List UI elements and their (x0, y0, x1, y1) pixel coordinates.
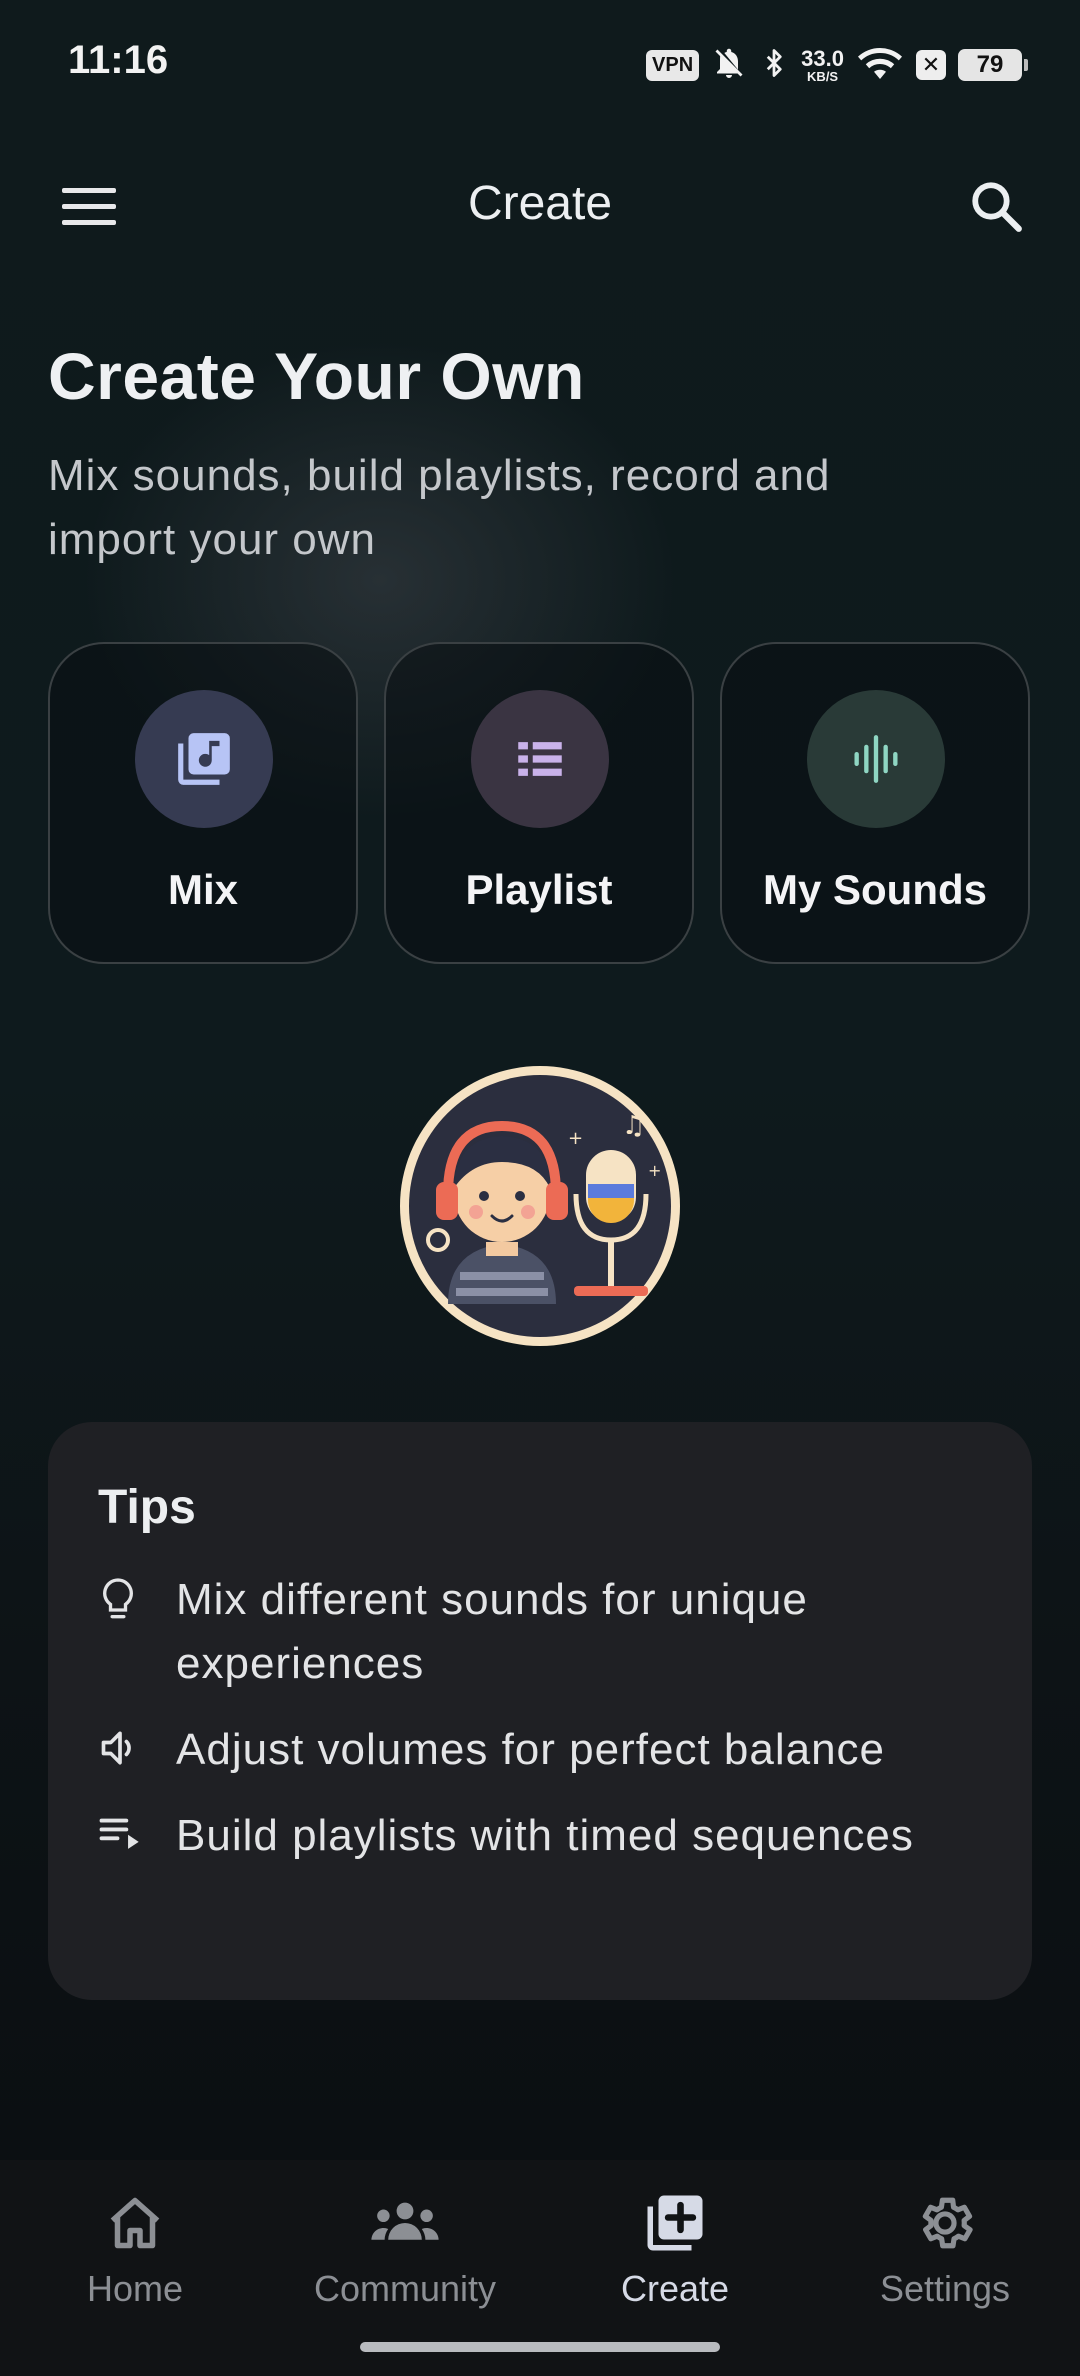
playlist-play-icon (98, 1804, 176, 1868)
mix-card[interactable]: Mix (48, 642, 358, 964)
status-bar: 11:16 VPN 33.0 KB/S ✕ 79 (0, 0, 1080, 120)
add-box-icon (642, 2188, 708, 2258)
battery-icon: 79 (958, 49, 1028, 81)
home-indicator[interactable] (360, 2342, 720, 2352)
nav-label: Settings (879, 2268, 1011, 2309)
tip-text: Adjust volumes for perfect balance (176, 1725, 886, 1774)
x-notification-icon: ✕ (916, 50, 946, 80)
nav-item-settings[interactable]: Settings (810, 2188, 1080, 2328)
bluetooth-icon (759, 44, 789, 87)
tip-text: Build playlists with timed sequences (176, 1811, 914, 1860)
tips-card: Tips Mix different sounds for unique exp… (48, 1422, 1032, 2000)
nav-item-create[interactable]: Create (540, 2188, 810, 2328)
nav-item-community[interactable]: Community (270, 2188, 540, 2328)
gear-icon (914, 2188, 976, 2258)
lightbulb-icon (98, 1568, 176, 1696)
bell-off-icon (711, 45, 747, 86)
page-title: Create (467, 177, 613, 230)
tips-title: Tips (98, 1481, 196, 1534)
hero-subtitle: Mix sounds, build playlists, record and … (48, 451, 831, 564)
tip-item: Build playlists with timed sequences (98, 1804, 998, 1868)
status-icons: VPN 33.0 KB/S ✕ 79 (646, 40, 1028, 90)
tip-text: Mix different sounds for unique experien… (176, 1575, 808, 1688)
svg-text:+: + (648, 1161, 661, 1180)
home-icon (105, 2188, 165, 2258)
nav-item-home[interactable]: Home (0, 2188, 270, 2328)
my-sounds-label: My Sounds (762, 866, 987, 913)
svg-text:+: + (568, 1128, 583, 1149)
tip-item: Adjust volumes for perfect balance (98, 1718, 998, 1782)
wifi-icon (856, 44, 904, 87)
network-speed: 33.0 KB/S (801, 45, 844, 84)
list-icon (471, 690, 609, 828)
app-bar: Create (0, 150, 1080, 260)
tip-item: Mix different sounds for unique experien… (98, 1568, 998, 1696)
playlist-label: Playlist (465, 866, 613, 913)
volume-icon (98, 1718, 176, 1782)
svg-text:♫: ♫ (622, 1111, 645, 1141)
playlist-card[interactable]: Playlist (384, 642, 694, 964)
waveform-icon (807, 690, 945, 828)
podcaster-illustration: ♫ + + (398, 1064, 682, 1348)
music-library-icon (135, 690, 273, 828)
hero-title: Create Your Own (48, 339, 585, 413)
nav-label: Community (313, 2268, 497, 2309)
mix-label: Mix (167, 866, 238, 913)
nav-label: Home (86, 2268, 184, 2309)
vpn-icon: VPN (646, 49, 700, 81)
my-sounds-card[interactable]: My Sounds (720, 642, 1030, 964)
status-time: 11:16 (68, 38, 169, 82)
search-icon[interactable] (962, 172, 1032, 242)
people-icon (369, 2188, 441, 2258)
nav-label: Create (620, 2268, 730, 2309)
